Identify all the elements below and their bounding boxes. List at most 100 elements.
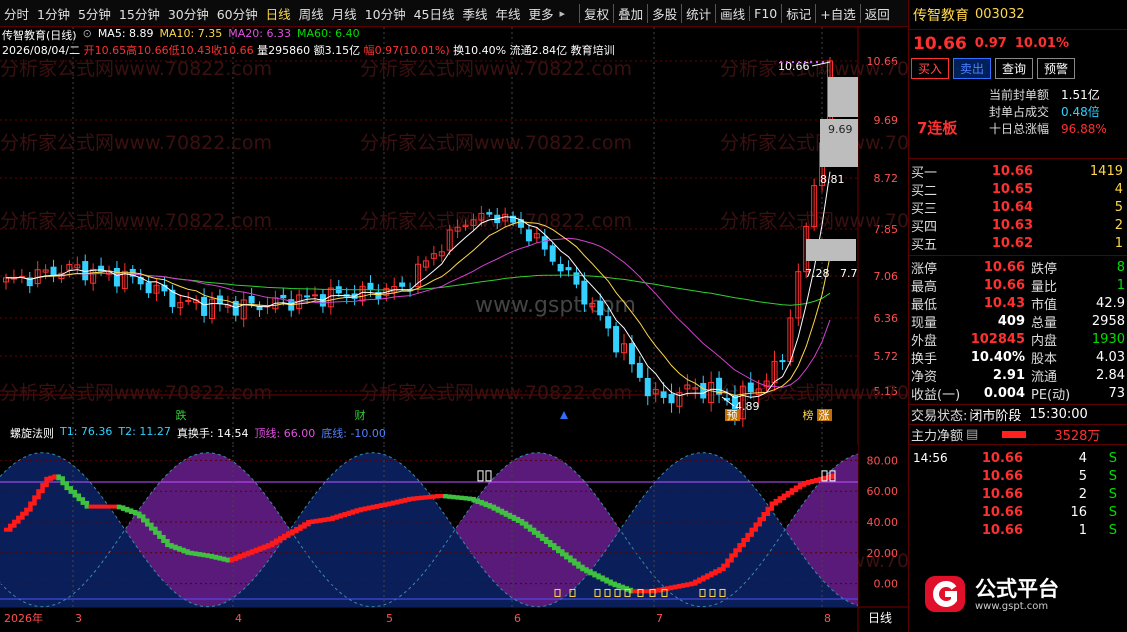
- orderbook-row[interactable]: 买三 10.64 5: [909, 198, 1127, 217]
- tool-button-5[interactable]: F10: [749, 5, 781, 21]
- orderbook-row[interactable]: 买一 10.66 1419: [909, 162, 1127, 181]
- watermark: 分析家公式网www.70822.com: [360, 132, 632, 154]
- t1-block: [269, 540, 275, 548]
- status-label: 交易状态:: [911, 409, 968, 424]
- dropdown-icon[interactable]: ⊙: [83, 27, 92, 43]
- orderbook-row[interactable]: 买五 10.62 1: [909, 234, 1127, 253]
- t1-block: [439, 494, 444, 499]
- t1-block: [688, 581, 694, 587]
- more-chevron-icon[interactable]: ▸: [560, 7, 566, 20]
- period-tab-10[interactable]: 45日线: [410, 4, 459, 23]
- period-tab-5[interactable]: 60分钟: [213, 4, 262, 23]
- t1-block: [330, 515, 335, 521]
- t1-block: [584, 567, 589, 574]
- t1-block: [741, 537, 746, 548]
- t1-block: [749, 527, 754, 537]
- period-tab-9[interactable]: 10分钟: [361, 4, 410, 23]
- bar-info: 2026/08/04/二 开10.65高10.66低10.43收10.66 量2…: [2, 42, 615, 57]
- t1-block: [181, 547, 186, 554]
- ob-vol: 5: [1114, 199, 1123, 215]
- candle-body: [312, 294, 318, 297]
- t1-block: [612, 581, 617, 588]
- info-low: 低10.43: [168, 44, 212, 57]
- tool-button-1[interactable]: 叠加: [613, 3, 647, 23]
- box-label-4: 7.7: [840, 267, 858, 280]
- query-button[interactable]: 查询: [995, 57, 1034, 79]
- tick-vol: 5: [1078, 468, 1087, 484]
- status-time: 15:30:00: [1029, 407, 1088, 422]
- period-tab-12[interactable]: 年线: [492, 4, 525, 23]
- period-tab-6[interactable]: 日线: [262, 4, 295, 23]
- t1-block: [471, 496, 476, 503]
- stats-row: 外盘 102845 内盘 1930: [909, 330, 1127, 349]
- stats-row: 现量 409 总量 2958: [909, 312, 1127, 331]
- buy-button[interactable]: 买入: [911, 57, 950, 79]
- t1-block: [370, 504, 376, 510]
- period-tab-2[interactable]: 5分钟: [74, 4, 115, 23]
- candle-body: [525, 229, 532, 242]
- stat-value: 10.40%: [970, 349, 1025, 365]
- warn-button[interactable]: 预警: [1037, 57, 1076, 79]
- t1-block: [132, 509, 138, 516]
- t1-block: [729, 553, 734, 563]
- tool-button-3[interactable]: 统计: [681, 3, 715, 23]
- t1-block: [56, 474, 61, 481]
- period-tab-13[interactable]: 更多: [525, 4, 558, 23]
- t1-block: [547, 540, 553, 548]
- kline-chart[interactable]: 10.669.698.727.857.066.365.725.15分析家公式网w…: [0, 27, 908, 632]
- candle-body: [304, 295, 311, 298]
- stat-label: 换手: [911, 351, 938, 367]
- period-tab-7[interactable]: 周线: [295, 4, 328, 23]
- tool-button-8[interactable]: 返回: [859, 3, 894, 23]
- tool-button-2[interactable]: 多股: [647, 3, 681, 23]
- tick-vol: 2: [1078, 486, 1087, 502]
- t1-block: [745, 532, 750, 542]
- t1-block: [153, 526, 158, 535]
- stock-name: 传智教育: [913, 7, 969, 24]
- t1-block: [797, 482, 803, 490]
- period-tab-8[interactable]: 月线: [328, 4, 361, 23]
- tool-button-7[interactable]: +自选: [815, 3, 859, 23]
- t1-block: [511, 514, 517, 521]
- ten-day-label: 十日总涨幅: [989, 122, 1050, 136]
- stats-row: 换手 10.40% 股本 4.03: [909, 348, 1127, 367]
- candle-body: [367, 282, 374, 290]
- t1-block: [697, 577, 702, 584]
- sell-button[interactable]: 卖出: [953, 57, 992, 79]
- watermark: 分析家公式网www.70822.com: [0, 58, 272, 80]
- candle-body: [565, 267, 572, 271]
- t1-block: [805, 479, 811, 485]
- candle-body: [248, 295, 255, 304]
- period-tab-3[interactable]: 15分钟: [115, 4, 164, 23]
- stat-value: 10.66: [983, 277, 1025, 293]
- indicator-t2: T2: 11.27: [118, 425, 171, 438]
- seal-amt-label: 当前封单额: [989, 88, 1050, 102]
- t1-block: [84, 500, 90, 509]
- tool-button-6[interactable]: 标记: [781, 3, 815, 23]
- orderbook-row[interactable]: 买二 10.65 4: [909, 180, 1127, 199]
- tool-button-4[interactable]: 画线: [715, 3, 749, 23]
- period-tab-11[interactable]: 季线: [459, 4, 492, 23]
- t1-block: [104, 504, 110, 509]
- price-box: [828, 77, 858, 117]
- t1-block: [414, 496, 420, 501]
- period-tab-4[interactable]: 30分钟: [164, 4, 213, 23]
- t1-block: [261, 544, 267, 551]
- t1-block: [76, 493, 82, 502]
- t1-block: [225, 557, 231, 563]
- seal-ratio: 0.48倍: [1061, 105, 1100, 119]
- t1-block: [169, 543, 174, 549]
- list-icon[interactable]: ▤: [966, 427, 978, 442]
- orderbook-row[interactable]: 买四 10.63 2: [909, 216, 1127, 235]
- period-tab-0[interactable]: 分时: [0, 4, 33, 23]
- main-flow-label: 主力净额: [911, 429, 964, 444]
- candle-body: [486, 212, 493, 215]
- indicator-t1: T1: 76.36: [60, 425, 113, 438]
- tool-button-0[interactable]: 复权: [579, 3, 613, 23]
- ind-axis-label: 40.00: [867, 516, 899, 529]
- tick-time: 14:56: [913, 451, 948, 465]
- stats-row: 净资 2.91 流通 2.84: [909, 366, 1127, 385]
- candle-body: [668, 393, 675, 404]
- period-tab-1[interactable]: 1分钟: [33, 4, 74, 23]
- ob-price: 10.63: [991, 217, 1033, 233]
